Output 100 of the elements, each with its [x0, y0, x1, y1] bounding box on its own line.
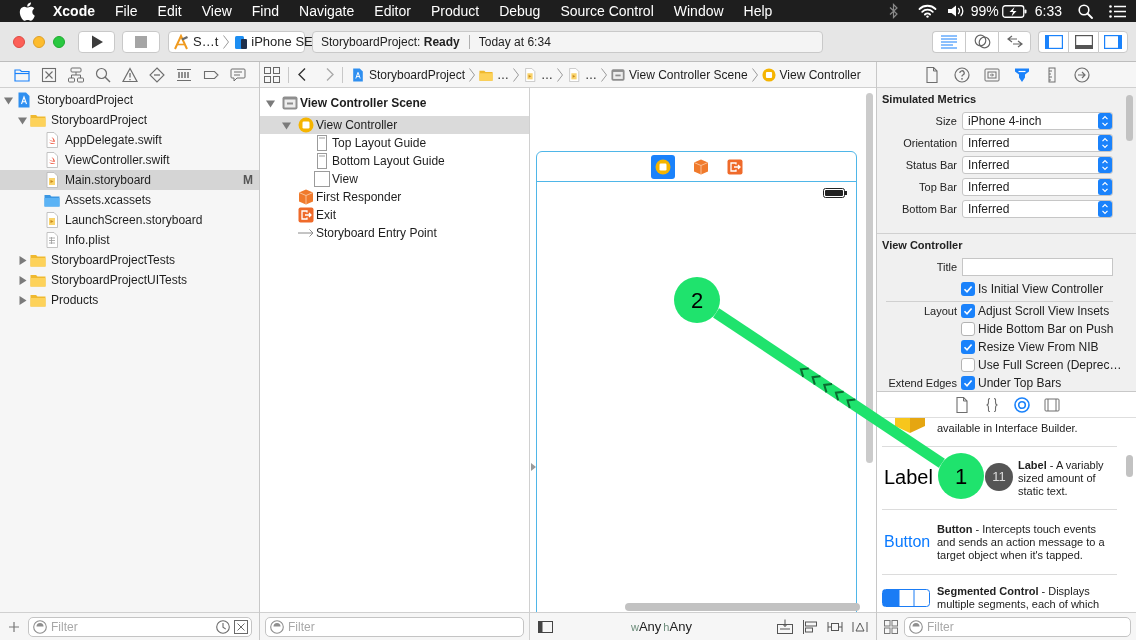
menu-item[interactable]: Debug	[489, 0, 551, 22]
disclosure-triangle-icon[interactable]	[18, 295, 27, 305]
editor-mode-button[interactable]	[965, 30, 998, 53]
disclosure-triangle-icon[interactable]	[18, 115, 27, 125]
app-menu[interactable]: Xcode	[43, 0, 105, 22]
clock-icon[interactable]	[216, 619, 230, 634]
bars-icon[interactable]	[176, 66, 192, 83]
menu-item[interactable]: File	[105, 0, 148, 22]
outline-item[interactable]: Storyboard Entry Point	[260, 224, 529, 242]
navigator-item[interactable]: StoryboardProject	[0, 90, 259, 110]
diamond-icon[interactable]	[149, 66, 165, 83]
menu-item[interactable]: Editor	[364, 0, 421, 22]
menu-item[interactable]: Source Control	[550, 0, 664, 22]
target-icon[interactable]	[1014, 396, 1030, 413]
outline-item[interactable]: View Controller Scene	[260, 90, 529, 116]
list-icon[interactable]	[1109, 4, 1126, 18]
outline-item[interactable]: First Responder	[260, 188, 529, 206]
popup-button[interactable]: Inferred	[962, 178, 1113, 196]
outline-item[interactable]: Top Layout Guide	[260, 134, 529, 152]
braces-icon[interactable]	[984, 396, 1000, 413]
popup-button[interactable]: Inferred	[962, 200, 1113, 218]
path-crumb[interactable]: …	[567, 65, 598, 84]
panel-toggle-button[interactable]	[1038, 30, 1068, 53]
editor-mode-button[interactable]	[998, 30, 1031, 53]
navigator-item[interactable]: Main.storyboard M	[0, 170, 259, 190]
menu-item[interactable]: View	[191, 0, 242, 22]
title-field[interactable]	[962, 258, 1113, 276]
path-crumb[interactable]: View Controller Scene	[611, 65, 748, 84]
menu-item[interactable]: Navigate	[289, 0, 365, 22]
navigator-item[interactable]: StoryboardProject	[0, 110, 259, 130]
funnel-icon[interactable]	[1014, 66, 1030, 83]
hierarchy-icon[interactable]	[68, 66, 84, 83]
align-icon[interactable]	[802, 618, 818, 635]
menu-item[interactable]: Edit	[147, 0, 192, 22]
menu-item[interactable]: Find	[241, 0, 290, 22]
square-cross-icon[interactable]	[41, 66, 57, 83]
apple-logo-icon[interactable]	[19, 1, 35, 21]
grid-icon[interactable]	[264, 66, 280, 83]
collapse-arrow-icon[interactable]	[531, 463, 536, 471]
panel-toggle-button[interactable]	[1068, 30, 1098, 53]
checkbox[interactable]	[961, 322, 975, 336]
popup-button[interactable]: iPhone 4-inch	[962, 112, 1113, 130]
disclosure-triangle-icon[interactable]	[266, 98, 275, 108]
grid-icon[interactable]	[884, 619, 898, 634]
outline-item[interactable]: View	[260, 170, 529, 188]
back-chevron-icon[interactable]	[298, 68, 306, 81]
filter-field[interactable]: Filter	[28, 616, 252, 637]
navigator-item[interactable]: ViewController.swift	[0, 150, 259, 170]
navigator-item[interactable]: Products	[0, 290, 259, 310]
path-crumb[interactable]: …	[523, 65, 554, 84]
checkbox[interactable]	[961, 282, 975, 296]
menu-item[interactable]: Help	[733, 0, 783, 22]
square-cross-icon[interactable]	[234, 619, 248, 634]
search-icon[interactable]	[1078, 3, 1093, 19]
battery-percentage[interactable]: 99%	[970, 0, 999, 22]
disclosure-triangle-icon[interactable]	[18, 275, 27, 285]
destination-button[interactable]: iPhone SE	[234, 31, 313, 52]
scrollbar-thumb[interactable]	[866, 93, 873, 463]
plus-icon[interactable]	[9, 621, 19, 632]
path-crumb[interactable]: View Controller	[761, 65, 861, 84]
scrollbar-thumb[interactable]	[1126, 95, 1133, 141]
navigator-item[interactable]: AppDelegate.swift	[0, 130, 259, 150]
path-crumb[interactable]: StoryboardProject	[351, 65, 466, 84]
menu-item[interactable]: Window	[663, 0, 734, 22]
sidebar-toggle-icon[interactable]	[538, 620, 553, 633]
clock-text[interactable]: 6:33	[1034, 0, 1062, 22]
bluetooth-icon[interactable]	[888, 3, 898, 19]
wifi-icon[interactable]	[917, 4, 937, 18]
disclosure-triangle-icon[interactable]	[18, 255, 27, 265]
size-class-button[interactable]: wAny hAny	[631, 616, 692, 637]
panel-toggle-button[interactable]	[1098, 30, 1128, 53]
stack-icon[interactable]	[777, 618, 793, 635]
view-controller-icon[interactable]	[650, 154, 675, 179]
navigator-item[interactable]: Assets.xcassets	[0, 190, 259, 210]
file-icon[interactable]	[954, 396, 970, 413]
help-icon[interactable]	[954, 66, 970, 83]
run-button[interactable]	[78, 30, 115, 53]
navigator-item[interactable]: StoryboardProjectUITests	[0, 270, 259, 290]
checkbox[interactable]	[961, 358, 975, 372]
navigator-item[interactable]: StoryboardProjectTests	[0, 250, 259, 270]
file-icon[interactable]	[924, 66, 940, 83]
arrow-circle-icon[interactable]	[1074, 66, 1090, 83]
path-crumb[interactable]: …	[479, 65, 510, 84]
outline-item[interactable]: Exit	[260, 206, 529, 224]
scrollbar-thumb[interactable]	[625, 603, 860, 611]
scrollbar-thumb[interactable]	[1126, 455, 1133, 477]
speech-bubble-icon[interactable]	[230, 66, 246, 83]
folder-icon[interactable]	[14, 66, 30, 83]
disclosure-triangle-icon[interactable]	[282, 120, 291, 130]
warning-icon[interactable]	[122, 66, 138, 83]
popup-button[interactable]: Inferred	[962, 134, 1113, 152]
scheme-button[interactable]: S…t	[173, 31, 219, 52]
battery-icon[interactable]	[1001, 4, 1027, 18]
filter-field[interactable]: Filter	[265, 616, 524, 637]
navigator-item[interactable]: Info.plist	[0, 230, 259, 250]
zoom-button[interactable]	[53, 35, 65, 48]
checkbox[interactable]	[961, 304, 975, 318]
outline-item[interactable]: View Controller	[260, 116, 529, 134]
popup-button[interactable]: Inferred	[962, 156, 1113, 174]
id-card-icon[interactable]	[984, 66, 1000, 83]
